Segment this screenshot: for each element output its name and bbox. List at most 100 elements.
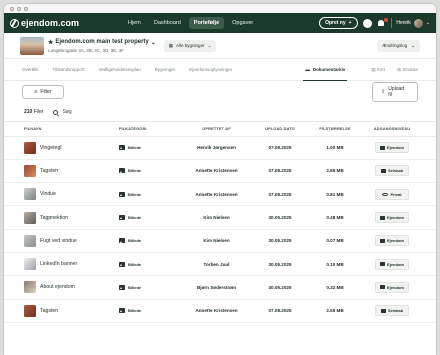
file-name[interactable]: LinkedIn banner [24,258,119,271]
tab-ejendomsoplysninger[interactable]: Ejendomsoplysninger [189,67,232,72]
property-address: Langebrogade 3A, 3B, 3C, 3D, 3E, 3F [48,47,125,53]
file-name-text: Vingetegl [40,144,62,151]
access-level-text: Ejendom [387,284,404,290]
access-level-dropdown[interactable]: Ejendom [375,142,409,154]
logo[interactable]: ejendom.com [10,18,79,28]
create-new-button[interactable]: Opret ny + [319,17,358,29]
image-icon [119,261,125,267]
access-level-dropdown[interactable]: Privat [375,188,409,200]
file-name[interactable]: Fugt ved vindue [24,234,119,247]
access-level-dropdown[interactable]: Ejendom [375,281,409,293]
file-type-text: Billede [128,308,142,314]
cell-name: Vindue [4,182,119,207]
file-name[interactable]: About ejendom [24,281,119,294]
column-header-name[interactable]: FILNAVN [4,122,119,137]
user-menu[interactable]: Henrik ⌄ [396,18,430,28]
cell-created-by: Bjørn Søderstrøm [179,275,254,300]
cell-date: 07.08.2025 [254,182,306,207]
help-icon[interactable] [362,18,372,28]
cell-access: Privat [364,182,436,207]
building-icon [380,145,386,150]
folder-icon: ▬ [305,67,310,72]
access-level-dropdown[interactable]: Ejendom [375,212,409,224]
building-icon [380,238,386,243]
tab-struktur[interactable]: ⊞ Struktur [397,67,418,73]
nav-item-dashboard[interactable]: Dashboard [149,17,186,29]
tab-dokumentarkiv[interactable]: ▬ Dokumentarkiv [303,67,348,82]
file-type: Billede [119,261,179,267]
file-type: Billede [119,284,179,290]
property-thumbnail [20,36,44,55]
table-row[interactable]: Fugt ved vindue Billede Kim Nielsen 30.0… [4,229,436,253]
tab-bygninger[interactable]: Bygninger [155,67,175,72]
cell-created-by: Torben Juul [179,252,254,277]
column-header-access[interactable]: ADGANGSNIVEAU [364,122,436,137]
tab-tilstandsrapport[interactable]: Tilstandsrapport [53,67,85,72]
access-level-dropdown[interactable]: Ejendom [375,258,409,270]
file-thumbnail [24,164,36,177]
changelog-dropdown[interactable]: Ændringslog ⌄ [376,39,420,52]
cell-access: Ejendom [364,136,436,160]
file-name-text: Tagsten [40,167,59,174]
cell-type: Billede [119,299,179,323]
tab-kort[interactable]: ▤ Kort [371,67,385,73]
file-name[interactable]: Tagsten [24,304,119,317]
search-input[interactable]: Søg [53,109,72,115]
tab-overblik[interactable]: Overblik [22,67,39,72]
file-name[interactable]: Vingetegl [24,141,119,154]
access-level-dropdown[interactable]: Selskab [375,305,409,317]
column-header-created-by[interactable]: OPRETTET AF [179,122,254,137]
column-header-date[interactable]: UPLOAD DATO [254,122,306,137]
property-title[interactable]: ★ Ejendom.com main test property ⌄ [48,39,156,46]
table-row[interactable]: LinkedIn banner Billede Torben Juul 30.0… [4,252,436,277]
filter-icon: ≡ [34,89,38,95]
cell-type: Billede [119,205,179,230]
filter-button[interactable]: ≡ Filter [22,85,64,99]
column-header-type[interactable]: FILKATEGORI [119,122,179,137]
file-name[interactable]: Tagsten [24,164,119,177]
cell-name: About ejendom [4,275,119,300]
cell-size: 0.32 MB [306,275,364,300]
access-level-text: Selskab [387,308,404,314]
chevron-down-icon: ⌄ [207,42,212,48]
tabs-right: ▬ Dokumentarkiv ▤ Kort ⊞ Struktur [303,67,418,82]
column-header-size[interactable]: FILSTØRRELSE [306,122,364,137]
nav-item-opgaver[interactable]: Opgaver [227,17,258,29]
nav-item-hjem[interactable]: Hjem [123,17,146,29]
access-level-dropdown[interactable]: Ejendom [375,235,409,247]
buildings-dropdown[interactable]: ▦ Alle bygninger ⌄ [163,39,217,52]
table-row[interactable]: Vingetegl Billede Henrik Jørgensen 07.08… [4,136,436,160]
file-name[interactable]: Vindue [24,188,119,201]
notification-bell-icon[interactable] [377,17,388,28]
file-name[interactable]: Tagpnektion [24,211,119,224]
cell-type: Billede [119,252,179,277]
tab-vedligeholdelsesplan[interactable]: Vedligeholdelsesplan [99,67,141,72]
structure-icon: ⊞ [397,66,401,72]
upload-file-button[interactable]: ⇪ Upload fil [372,82,418,102]
file-thumbnail [24,141,36,154]
cell-created-by: Henrik Jørgensen [179,136,254,160]
cell-size: 2.65 MB [306,299,364,323]
cell-name: Tagpnektion [4,205,119,230]
cell-type: Billede [119,182,179,207]
image-icon [119,168,125,174]
file-name-text: Tagpnektion [40,214,68,221]
access-level-text: Privat [390,191,402,197]
cell-size: 2.65 MB [306,159,364,184]
file-count-number: 210 [24,109,33,115]
table-row[interactable]: Tagsten Billede Annette Kristensen 07.08… [4,159,436,184]
nav-item-portefolje[interactable]: Portefølje [188,17,225,29]
upload-label: Upload fil [388,86,405,98]
cell-type: Billede [119,229,179,253]
access-level-dropdown[interactable]: Selskab [375,165,409,177]
table-row[interactable]: Tagsten Billede Annette Kristensen 07.08… [4,299,436,323]
cell-date: 30.05.2025 [254,229,306,253]
file-name-text: About ejendom [40,284,75,291]
cell-name: Tagsten [4,159,119,184]
logo-text: ejendom.com [21,18,80,28]
cell-created-by: Annette Kristensen [179,299,254,323]
table-row[interactable]: Tagpnektion Billede Kim Nielsen 30.05.20… [4,205,436,230]
table-row[interactable]: Vindue Billede Annette Kristensen 07.08.… [4,182,436,207]
image-icon [119,238,125,244]
table-row[interactable]: About ejendom Billede Bjørn Søderstrøm 3… [4,275,436,300]
